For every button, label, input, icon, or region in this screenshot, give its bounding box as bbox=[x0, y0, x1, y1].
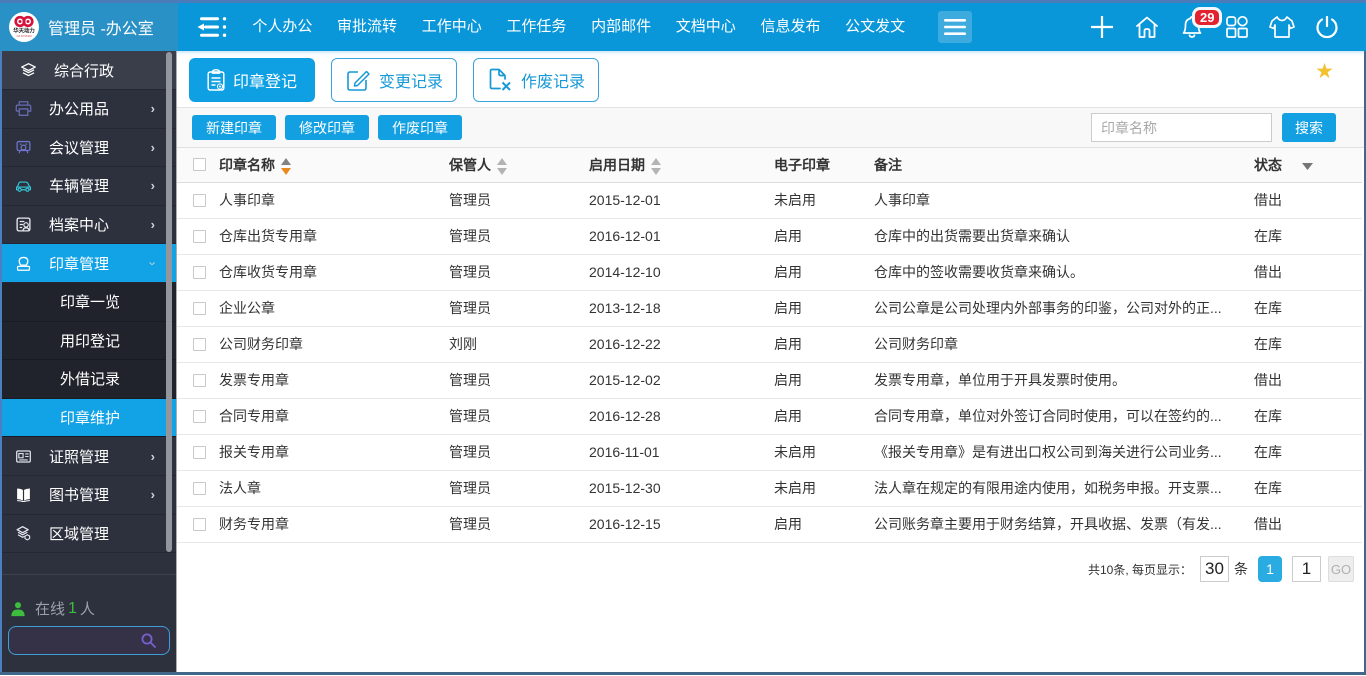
svg-text:华天动力: 华天动力 bbox=[13, 27, 35, 35]
svg-text:OA SYSTEM: OA SYSTEM bbox=[17, 34, 32, 38]
